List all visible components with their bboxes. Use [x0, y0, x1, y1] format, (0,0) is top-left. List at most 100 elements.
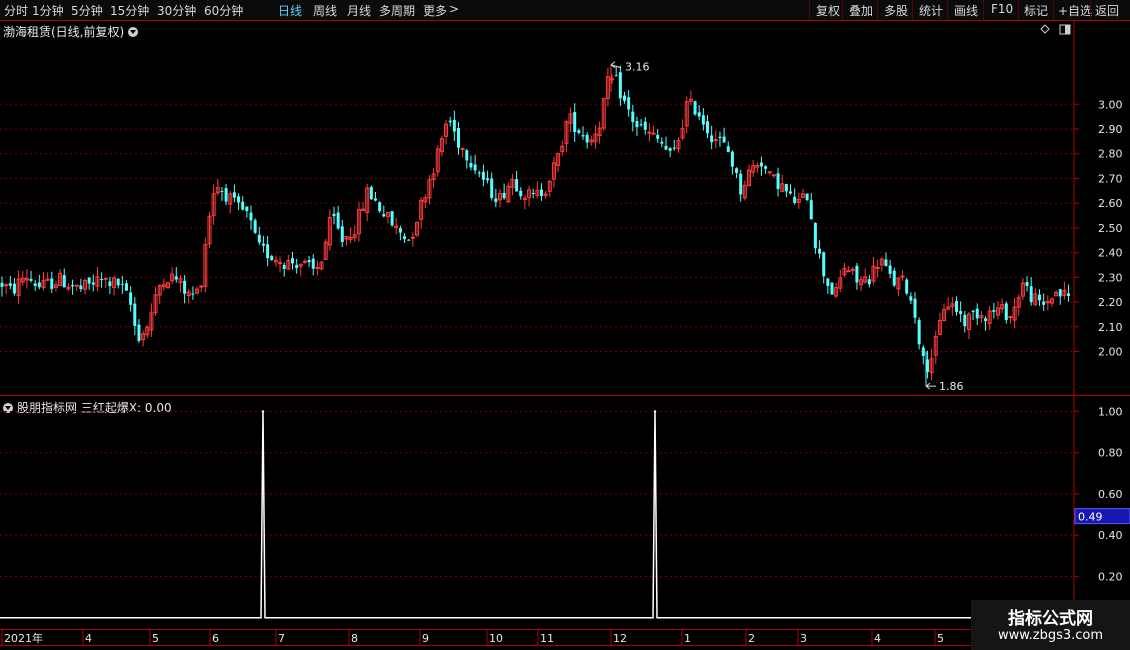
candle-body-down [809, 200, 813, 220]
candle-body-down [1038, 294, 1041, 301]
candle-body-down [129, 292, 133, 305]
candle-body-down [710, 135, 714, 143]
candle-body-up [74, 284, 79, 287]
candle-body-down [614, 75, 618, 77]
candle-body-down [722, 136, 726, 143]
candle-body-down [8, 283, 12, 286]
candle-body-down [735, 168, 739, 173]
candle-body-down [116, 278, 120, 286]
candle-body-down [257, 234, 261, 243]
candle-body-up [651, 132, 656, 135]
candlestick-series [0, 64, 1071, 387]
candle-body-down [332, 213, 336, 217]
candle-body-down [473, 164, 477, 171]
candle-body-down [253, 220, 257, 233]
candle-body-up [45, 278, 50, 281]
candle-body-down [91, 282, 95, 285]
y-tick-label-indicator: 0.20 [1098, 570, 1123, 583]
candle-body-down [730, 151, 734, 167]
candle-body-down [340, 226, 344, 243]
candle-body-down [813, 223, 817, 249]
y-tick-label-indicator: 0.80 [1098, 447, 1123, 460]
watermark-title: 指标公式网 [1008, 609, 1093, 629]
candle-body-down [71, 284, 75, 287]
chart-axes [0, 20, 1130, 646]
x-tick-label: 3 [800, 632, 807, 645]
candle-body-up [850, 268, 855, 271]
candle-body-down [311, 258, 315, 269]
y-tick-label-main: 2.10 [1098, 321, 1123, 334]
candle-body-down [793, 196, 797, 203]
candle-body-down [133, 303, 137, 326]
candle-body-down [1058, 289, 1062, 297]
candle-body-down [519, 190, 523, 197]
x-tick-label: 12 [613, 632, 627, 645]
candle-body-down [494, 198, 498, 203]
candle-body-down [959, 310, 963, 315]
x-tick-label: 1 [684, 632, 691, 645]
y-tick-label-main: 2.20 [1098, 296, 1123, 309]
candle-body-down [120, 283, 124, 285]
candle-body-down [975, 308, 979, 319]
candle-body-down [643, 121, 647, 130]
signal-peak-point [261, 410, 265, 413]
candle-body-down [270, 256, 274, 261]
y-tick-label-main: 2.70 [1098, 172, 1123, 185]
y-tick-label-main: 2.30 [1098, 271, 1123, 284]
x-tick-label: 5 [937, 632, 944, 645]
candle-body-down [627, 97, 631, 110]
y-tick-label-main: 2.50 [1098, 222, 1123, 235]
candle-body-down [261, 243, 265, 246]
y-tick-label-indicator: 0.60 [1098, 488, 1123, 501]
candle-body-down [789, 191, 792, 194]
candle-body-down [531, 193, 535, 195]
watermark: 指标公式网 www.zbgs3.com [971, 600, 1130, 650]
candle-body-down [307, 260, 311, 263]
candle-body-down [232, 192, 236, 198]
candle-body-down [12, 283, 16, 294]
candle-body-down [241, 201, 245, 210]
candle-body-down [623, 95, 626, 101]
candle-body-up [103, 277, 108, 280]
x-tick-label: 6 [212, 632, 219, 645]
x-tick-label: 7 [278, 632, 285, 645]
candle-body-down [295, 264, 299, 269]
candle-body-down [581, 135, 585, 137]
candle-body-down [776, 173, 780, 189]
x-tick-label: 2 [748, 632, 755, 645]
candle-body-down [378, 202, 382, 212]
candle-body-down [805, 193, 809, 201]
y-tick-label-main: 2.80 [1098, 148, 1123, 161]
candle-body-down [706, 121, 709, 134]
candle-body-down [336, 212, 340, 229]
x-tick-label: 4 [85, 632, 92, 645]
candle-body-down [921, 347, 925, 356]
candle-body-up [846, 270, 851, 273]
candle-body-down [867, 279, 871, 285]
tick-labels: 2.00 2.10 2.20 2.30 2.40 2.50 2.60 2.70 2.80 2.90… [4, 61, 1130, 645]
candle-body-down [718, 136, 722, 138]
candle-body-down [992, 310, 996, 312]
candle-body-down [87, 277, 91, 284]
candle-body-down [855, 265, 859, 283]
candle-body-down [33, 283, 37, 286]
candle-body-down [469, 162, 473, 168]
candle-body-down [79, 285, 83, 290]
candle-body-down [369, 186, 373, 200]
candle-body-up [767, 171, 772, 174]
candle-body-down [697, 112, 701, 117]
y-tick-label-indicator: 1.00 [1098, 405, 1123, 418]
y-tick-label-main: 2.40 [1098, 247, 1123, 260]
candle-body-down [540, 189, 543, 196]
kline-chart[interactable]: 2.00 2.10 2.20 2.30 2.40 2.50 2.60 2.70 2.80 2.90… [0, 0, 1130, 650]
low-price-label: 1.86 [939, 380, 964, 393]
candle-body-down [407, 239, 411, 241]
candle-body-down [398, 228, 402, 233]
candle-body-up [278, 262, 283, 265]
signal-peak-point [653, 410, 657, 413]
candle-body-down [917, 320, 921, 345]
candle-body-down [672, 147, 676, 149]
candle-body-down [382, 214, 386, 217]
candle-body-down [701, 115, 705, 125]
candle-body-down [639, 124, 643, 126]
